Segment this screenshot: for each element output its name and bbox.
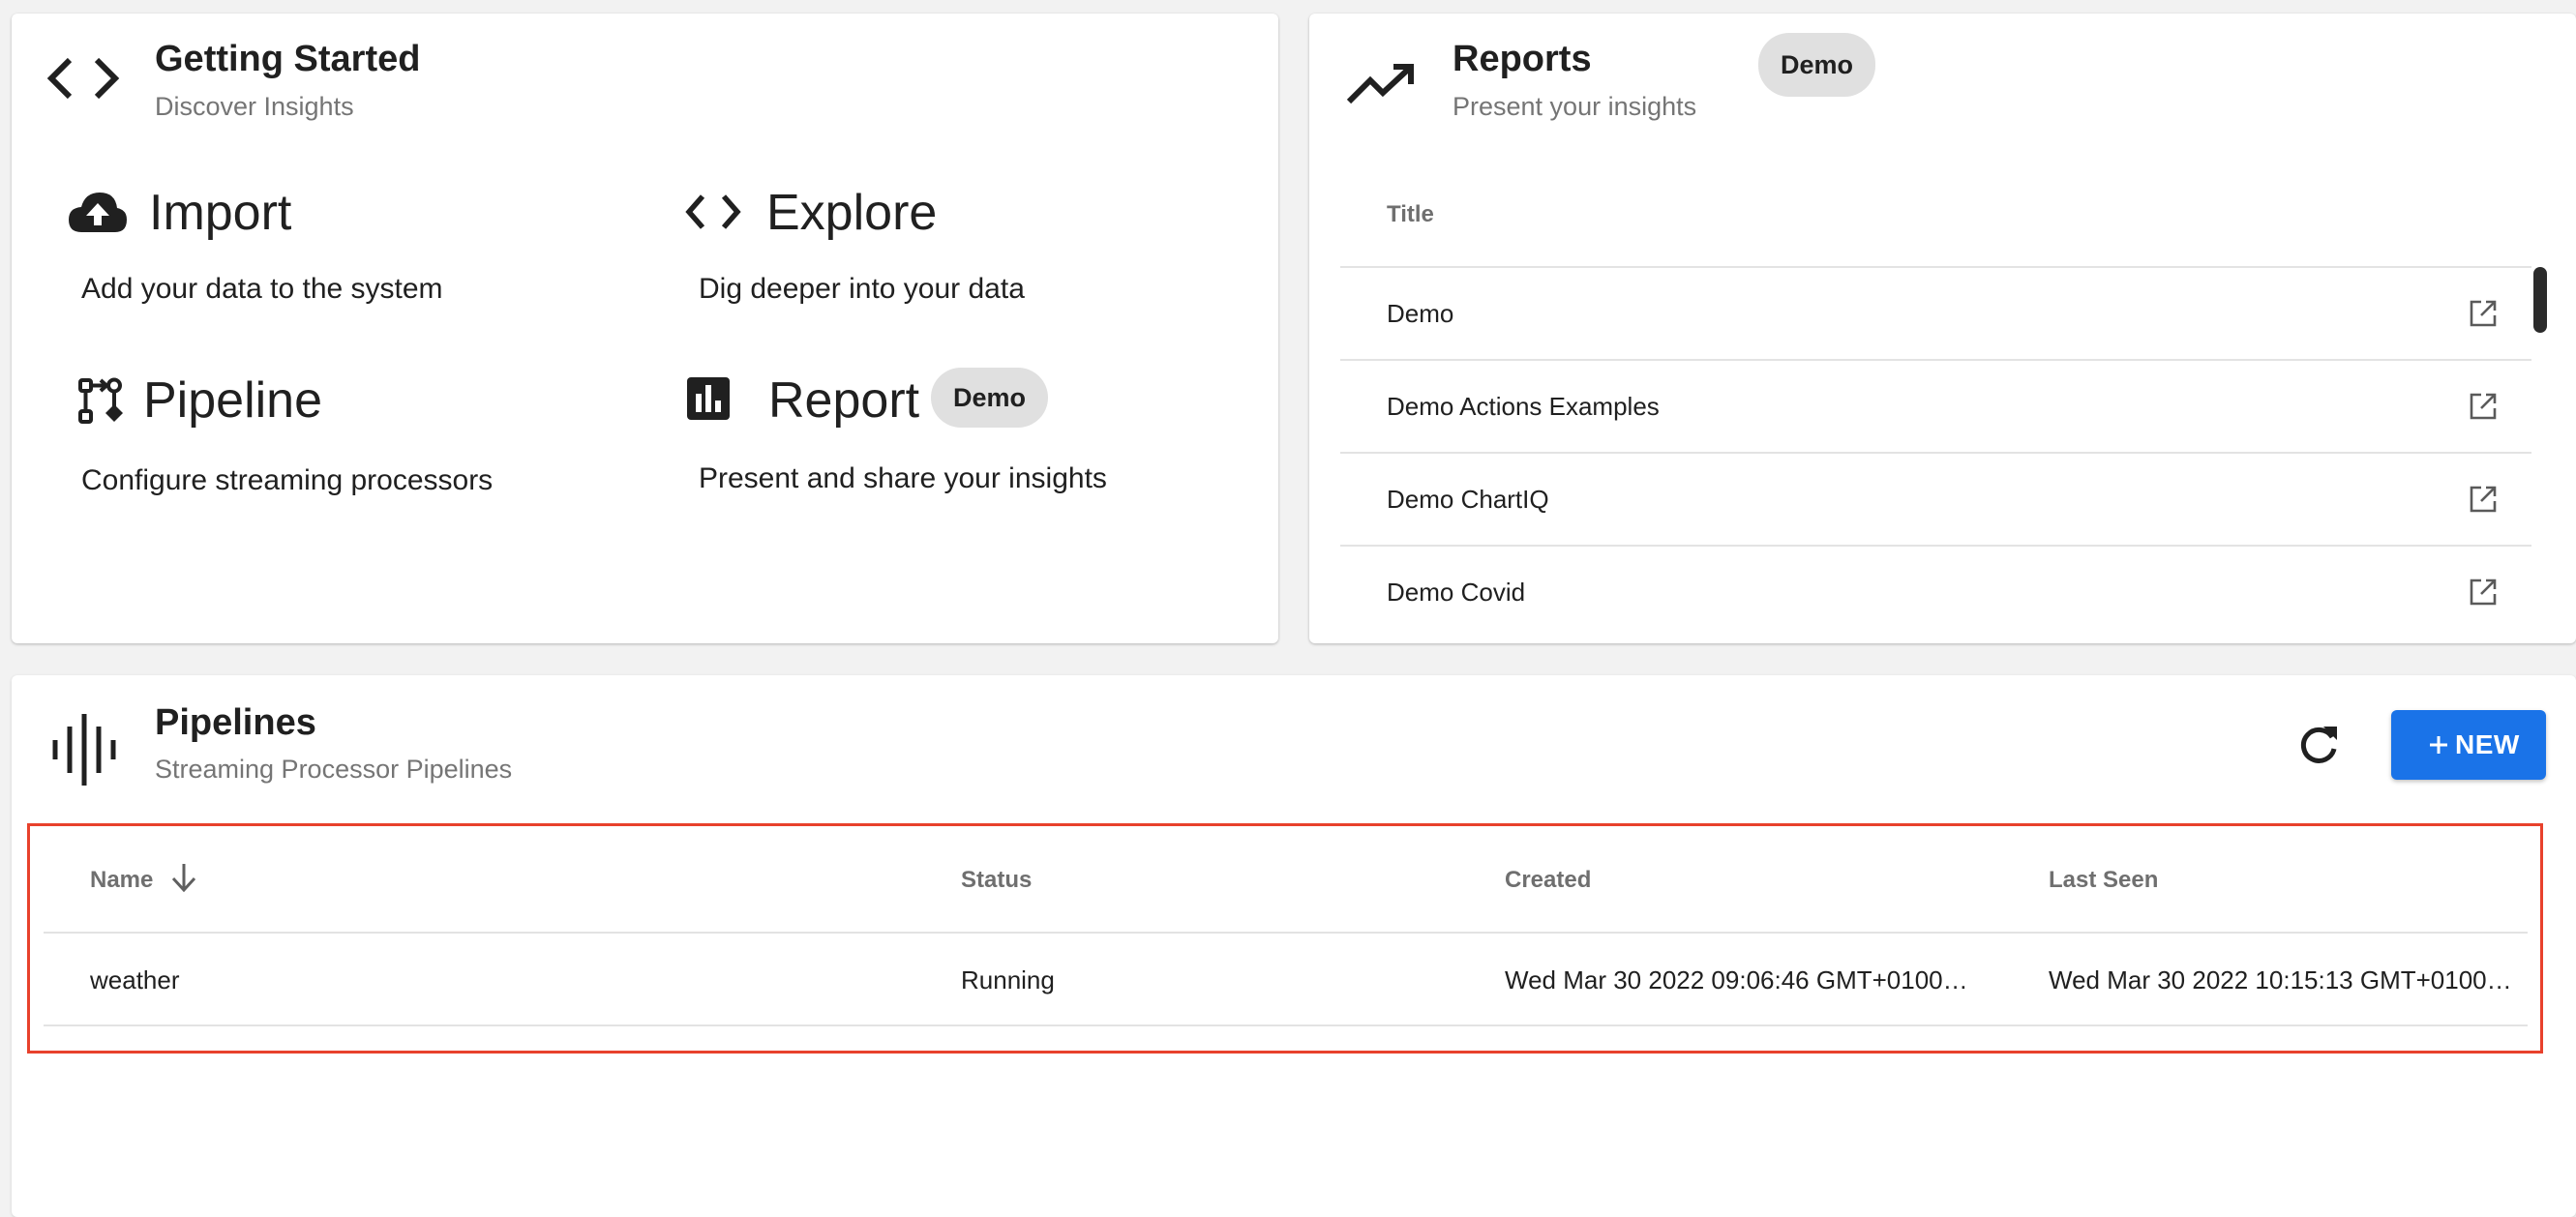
quick-action-description: Present and share your insights: [699, 462, 1107, 494]
new-pipeline-button[interactable]: NEW: [2391, 710, 2546, 780]
pipeline-created: Wed Mar 30 2022 09:06:46 GMT+0100…: [1505, 965, 1968, 994]
card-subtitle: Streaming Processor Pipelines: [155, 755, 513, 784]
scrollbar-thumb[interactable]: [2533, 267, 2547, 333]
demo-badge: Demo: [931, 368, 1048, 428]
quick-action-description: Dig deeper into your data: [699, 273, 1025, 305]
card-title: Reports: [1453, 39, 1592, 79]
quick-action-title: Explore: [766, 185, 938, 241]
report-list-item[interactable]: Demo Covid: [1340, 546, 2531, 638]
reports-card: Reports Present your insights Demo Title…: [1309, 14, 2576, 643]
pipeline-status: Running: [961, 965, 1055, 994]
column-header-name[interactable]: Name: [90, 867, 153, 894]
report-title: Demo Covid: [1387, 578, 1526, 607]
bar-chart-icon: [685, 375, 732, 422]
pipelines-card: Pipelines Streaming Processor Pipelines …: [12, 675, 2576, 1217]
column-header-title[interactable]: Title: [1387, 201, 1434, 228]
getting-started-card: Getting Started Discover Insights Import…: [12, 14, 1278, 643]
card-title: Pipelines: [155, 702, 316, 743]
pipeline-icon: [77, 377, 126, 426]
report-title: Demo: [1387, 299, 1454, 328]
quick-action-title: Import: [149, 185, 292, 241]
quick-action-title: Pipeline: [143, 372, 323, 429]
pipeline-last-seen: Wed Mar 30 2022 10:15:13 GMT+0100…: [2049, 965, 2512, 994]
pipeline-name: weather: [90, 965, 180, 994]
code-icon: [46, 56, 120, 101]
divider: [44, 1024, 2528, 1026]
arrow-down-icon[interactable]: [169, 861, 198, 894]
table-row[interactable]: weather Running Wed Mar 30 2022 09:06:46…: [44, 934, 2528, 1024]
refresh-button[interactable]: [2295, 722, 2342, 768]
quick-action-description: Configure streaming processors: [81, 464, 494, 496]
column-header-last-seen[interactable]: Last Seen: [2049, 867, 2158, 894]
plus-icon: [2428, 734, 2449, 756]
cloud-upload-icon: [68, 190, 128, 234]
report-list-item[interactable]: Demo: [1340, 267, 2531, 360]
report-title: Demo ChartIQ: [1387, 485, 1549, 514]
pipelines-table: Name Status Created Last Seen weather Ru…: [27, 823, 2543, 1054]
open-in-new-icon[interactable]: [2469, 578, 2498, 607]
column-header-created[interactable]: Created: [1505, 867, 1591, 894]
code-icon: [685, 193, 741, 230]
report-title: Demo Actions Examples: [1387, 392, 1660, 421]
quick-action-import[interactable]: Import Add your data to the system: [68, 184, 610, 319]
quick-action-pipeline[interactable]: Pipeline Configure streaming processors: [68, 371, 610, 507]
card-title: Getting Started: [155, 39, 421, 79]
trending-up-icon: [1346, 62, 1418, 106]
quick-action-title: Report: [768, 372, 920, 429]
report-list-item[interactable]: Demo Actions Examples: [1340, 360, 2531, 453]
open-in-new-icon[interactable]: [2469, 392, 2498, 421]
quick-action-description: Add your data to the system: [81, 273, 443, 305]
card-subtitle: Discover Insights: [155, 92, 354, 121]
quick-action-explore[interactable]: Explore Dig deeper into your data: [685, 184, 1227, 319]
waveform-icon: [50, 712, 118, 787]
demo-badge: Demo: [1758, 33, 1875, 97]
column-header-status[interactable]: Status: [961, 867, 1032, 894]
refresh-icon: [2300, 727, 2337, 763]
card-subtitle: Present your insights: [1453, 92, 1697, 121]
new-button-label: NEW: [2455, 729, 2520, 759]
quick-action-report[interactable]: Report Demo Present and share your insig…: [685, 368, 1266, 503]
open-in-new-icon[interactable]: [2469, 299, 2498, 328]
open-in-new-icon[interactable]: [2469, 485, 2498, 514]
report-list-item[interactable]: Demo ChartIQ: [1340, 453, 2531, 546]
